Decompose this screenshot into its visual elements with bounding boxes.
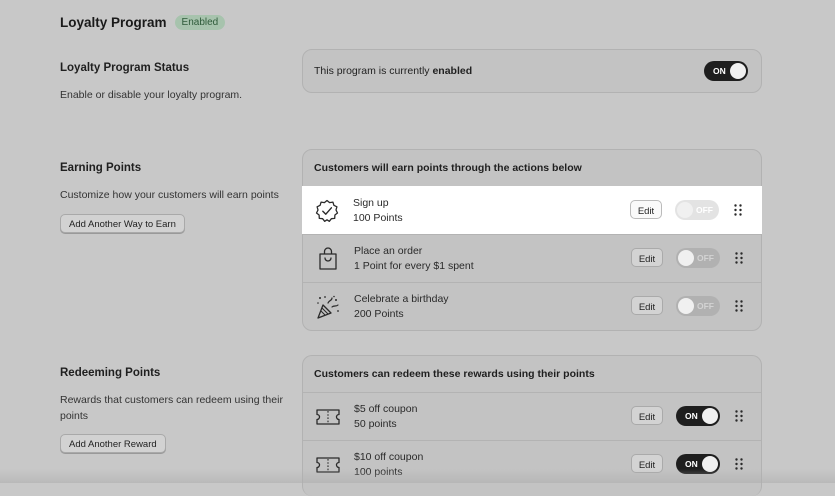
- toggle-label: OFF: [697, 253, 714, 263]
- toggle-label: ON: [713, 66, 726, 76]
- earning-section-title: Earning Points: [60, 162, 142, 174]
- edit-button[interactable]: Edit: [630, 200, 662, 219]
- toggle-knob: [677, 202, 693, 218]
- status-badge: Enabled: [174, 15, 226, 30]
- earn-rule-row: Sign up 100 Points Edit OFF: [302, 186, 762, 234]
- toggle-knob: [730, 63, 746, 79]
- toggle-label: OFF: [697, 301, 714, 311]
- edit-button[interactable]: Edit: [631, 406, 663, 425]
- earn-rule-points: 100 Points: [353, 212, 403, 224]
- add-way-to-earn-button[interactable]: Add Another Way to Earn: [60, 214, 185, 233]
- earn-rule-name: Place an order: [354, 245, 423, 257]
- status-text: This program is currently enabled: [314, 65, 472, 77]
- toggle-label: OFF: [696, 205, 713, 215]
- status-text-state: enabled: [432, 65, 473, 77]
- ticket-icon: [316, 409, 340, 425]
- earn-rule-row: Celebrate a birthday 200 Points Edit OFF: [303, 282, 761, 330]
- reward-cost: 50 points: [354, 418, 397, 430]
- earn-rule-points: 1 Point for every $1 spent: [354, 260, 474, 272]
- reward-toggle[interactable]: ON: [676, 406, 720, 426]
- redeeming-section-title: Redeeming Points: [60, 367, 161, 379]
- drag-handle-icon[interactable]: [735, 300, 743, 312]
- toggle-label: ON: [685, 411, 698, 421]
- reward-name: $10 off coupon: [354, 451, 424, 463]
- status-section-title: Loyalty Program Status: [60, 62, 190, 74]
- earn-rule-name: Celebrate a birthday: [354, 293, 449, 305]
- earning-card-title: Customers will earn points through the a…: [314, 162, 582, 174]
- earn-rule-name: Sign up: [353, 197, 389, 209]
- edit-button[interactable]: Edit: [631, 296, 663, 315]
- redeeming-card-title: Customers can redeem these rewards using…: [314, 368, 595, 380]
- add-reward-button[interactable]: Add Another Reward: [60, 434, 166, 453]
- earn-rule-toggle[interactable]: OFF: [675, 200, 719, 220]
- program-status-toggle[interactable]: ON: [704, 61, 748, 81]
- earn-rule-toggle[interactable]: OFF: [676, 248, 720, 268]
- redeeming-section-description: Rewards that customers can redeem using …: [60, 394, 283, 422]
- badge-check-icon: [315, 199, 339, 222]
- drag-handle-icon[interactable]: [735, 410, 743, 422]
- status-text-prefix: This program is currently: [314, 65, 430, 77]
- edit-button[interactable]: Edit: [631, 248, 663, 267]
- shopping-bag-icon: [319, 247, 337, 270]
- page-header: Loyalty Program Enabled: [60, 15, 226, 30]
- toggle-knob: [678, 298, 694, 314]
- earn-rule-points: 200 Points: [354, 308, 404, 320]
- toggle-knob: [678, 250, 694, 266]
- reward-name: $5 off coupon: [354, 403, 418, 415]
- earning-section-description: Customize how your customers will earn p…: [60, 189, 279, 201]
- toggle-knob: [702, 408, 718, 424]
- earning-card: Customers will earn points through the a…: [302, 149, 762, 331]
- party-popper-icon: [317, 295, 339, 319]
- bottom-scroll-fade: [0, 469, 835, 483]
- page-title: Loyalty Program: [60, 15, 167, 30]
- status-card: This program is currently enabled ON: [302, 49, 762, 93]
- earn-rule-row: Place an order 1 Point for every $1 spen…: [303, 234, 761, 282]
- earn-rule-toggle[interactable]: OFF: [676, 296, 720, 316]
- drag-handle-icon[interactable]: [735, 252, 743, 264]
- status-section-description: Enable or disable your loyalty program.: [60, 89, 243, 101]
- drag-handle-icon[interactable]: [734, 204, 742, 216]
- reward-row: $5 off coupon 50 points Edit ON: [303, 392, 761, 440]
